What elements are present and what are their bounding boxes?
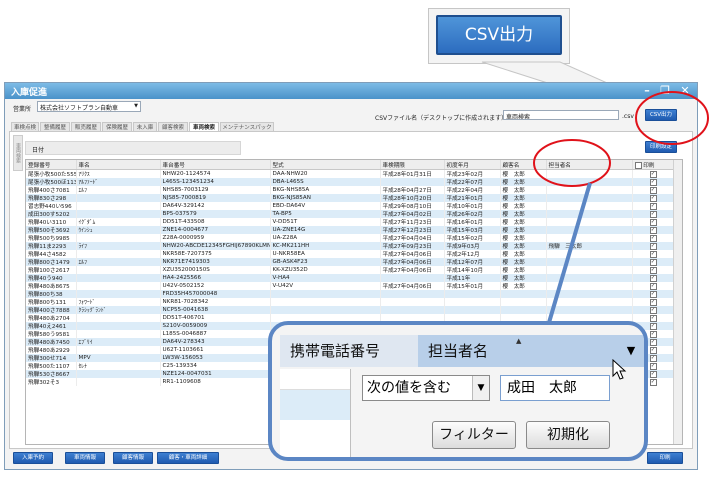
zoom-col-staff[interactable]: 担当者名 ▲	[418, 335, 628, 367]
filter-condition-value: 次の値を含む	[367, 380, 451, 396]
sort-asc-icon: ▲	[516, 337, 522, 345]
filter-value-input[interactable]: 成田 太郎	[500, 375, 610, 401]
csv-button-highlight	[635, 91, 709, 145]
zoom-divider	[350, 369, 351, 457]
filter-condition-select[interactable]: 次の値を含む ▼	[362, 375, 490, 401]
chevron-down-icon: ▼	[472, 376, 489, 400]
staff-column-highlight	[533, 139, 611, 187]
filter-zoom-callout: 携帯電話番号 担当者名 ▲ ▼ 次の値を含む ▼ 成田 太郎 フィルター 初期化	[268, 321, 648, 461]
zoom-col-staff-label: 担当者名	[428, 342, 489, 360]
zoom-pointer-line	[546, 182, 592, 327]
zoom-col-mobile[interactable]: 携帯電話番号	[280, 335, 426, 367]
reset-button[interactable]: 初期化	[526, 421, 610, 449]
filter-button[interactable]: フィルター	[432, 421, 516, 449]
zoom-grid-area	[280, 369, 350, 457]
mouse-cursor-icon	[612, 359, 627, 380]
